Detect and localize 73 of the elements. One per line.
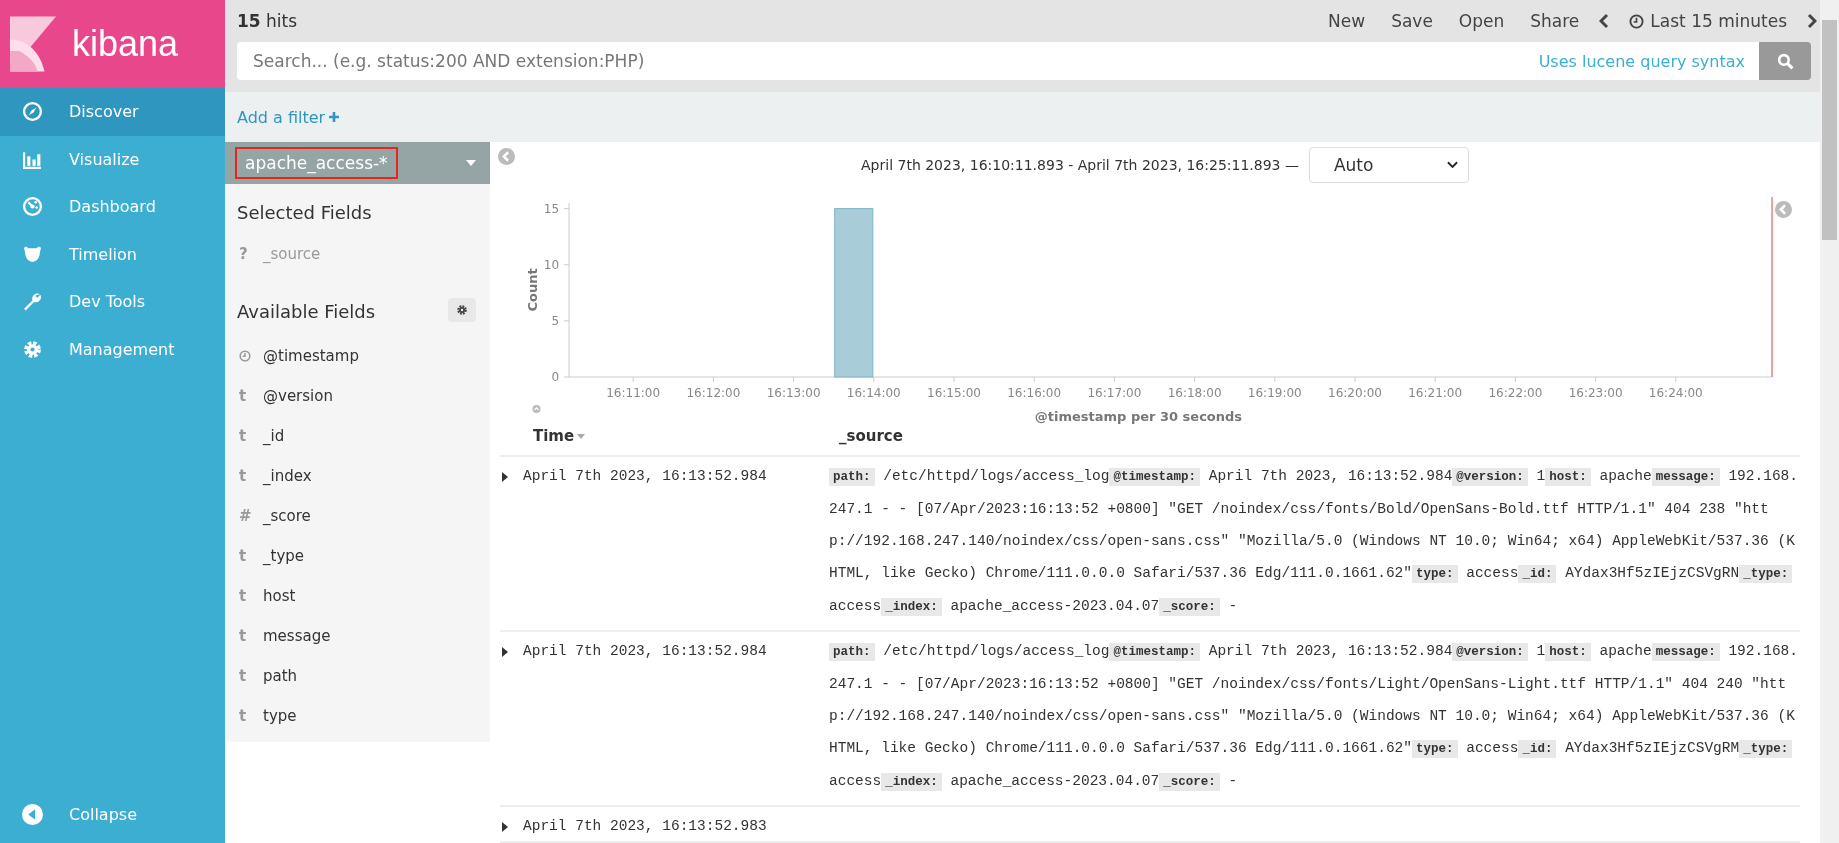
chevron-left-icon[interactable] — [1599, 13, 1610, 29]
search-icon — [1776, 52, 1794, 70]
caret-icon — [466, 160, 476, 166]
settings-button[interactable] — [448, 297, 476, 322]
menu-link[interactable]: Share — [1530, 11, 1580, 31]
hits-count: 15 hits — [237, 11, 298, 31]
x-tick-label: 16:17:00 — [1087, 386, 1142, 400]
y-tick-label: 0 — [551, 370, 560, 384]
field-item[interactable]: t message — [225, 616, 490, 656]
x-tick-label: 16:22:00 — [1488, 386, 1543, 400]
field-item[interactable]: # _score — [225, 496, 490, 536]
time-picker[interactable]: Last 15 minutes — [1629, 11, 1787, 31]
field-item[interactable]: t _id — [225, 416, 490, 456]
menu-link[interactable]: Open — [1458, 11, 1505, 31]
field-item[interactable]: t host — [225, 576, 490, 616]
column-header: _source — [839, 427, 903, 445]
x-tick-label: 16:11:00 — [606, 386, 661, 400]
brand-name: kibana — [72, 23, 179, 65]
collapse-right-icon[interactable] — [1775, 201, 1792, 218]
x-tick-label: 16:21:00 — [1408, 386, 1463, 400]
chevron-down-icon — [1446, 161, 1458, 169]
column-header[interactable]: Time — [533, 427, 575, 445]
document-source: path: /etc/httpd/logs/access_log @timestamp: April 7th 2023, 16:13:52.984 @version: 1 host: apache message: 192.168.247.1 - - [07/Apr/2023:16:13:52 +0800] "GET /noindex/css/fonts/Bold/OpenSans-Bold.ttf HTTP/1.1" 404 238 "http://192.168.247.140/noindex/css/open-sans.css" "Mozilla/5.0 (Windows NT 10.0; Win64; x64) AppleWebKit/537.36 (KHTML, like Gecko) Chrome/111.0.0.0 Safari/537.36 Edg/111.0.1661.62" type: access _id: AYdax3Hf5zIEjzCSVgRN _type: access _index: apache_access-2023.04.07 _score: - — [829, 467, 1800, 618]
search-button[interactable] — [1759, 42, 1811, 80]
collapse-left-icon[interactable] — [498, 148, 515, 165]
y-tick-label: 15 — [543, 201, 560, 216]
table-cell-text: April 7th 2023, 16:13:52.984 — [523, 467, 768, 484]
expand-icon[interactable] — [502, 472, 508, 482]
chevron-right-icon[interactable] — [1807, 13, 1817, 29]
section-title: Available Fields — [236, 300, 377, 324]
x-tick-label: 16:19:00 — [1247, 386, 1302, 400]
collapse-icon — [22, 803, 43, 825]
x-tick-label: 16:18:00 — [1167, 386, 1222, 400]
sort-caret-icon[interactable] — [577, 433, 586, 439]
y-axis-title: Count — [525, 268, 540, 312]
x-tick-label: 16:14:00 — [846, 386, 901, 400]
y-tick-label: 5 — [551, 313, 560, 328]
expand-icon[interactable] — [502, 822, 508, 832]
gear-icon — [22, 338, 43, 360]
table-cell-text: April 7th 2023, 16:13:52.984 — [523, 642, 768, 659]
scrollbar[interactable] — [1820, 0, 1839, 843]
field-item[interactable]: t path — [225, 656, 490, 696]
histogram-bar[interactable] — [834, 208, 874, 378]
clock-icon — [239, 350, 251, 362]
x-tick-label: 16:23:00 — [1568, 386, 1623, 400]
clock-icon — [1629, 13, 1645, 29]
field-item[interactable]: t type — [225, 696, 490, 736]
field-item[interactable]: t @version — [225, 376, 490, 416]
field-item[interactable]: t _index — [225, 456, 490, 496]
x-tick-label: 16:12:00 — [686, 386, 741, 400]
x-tick-label: 16:16:00 — [1007, 386, 1062, 400]
x-tick-label: 16:13:00 — [766, 386, 821, 400]
x-tick-label: 16:15:00 — [927, 386, 981, 400]
x-axis-title: @timestamp per 30 seconds — [1034, 409, 1243, 424]
table-cell-text: April 7th 2023, 16:13:52.983 — [523, 817, 768, 834]
x-tick-label: 16:24:00 — [1648, 386, 1703, 400]
section-title: Selected Fields — [236, 201, 373, 225]
compass-icon — [22, 101, 43, 123]
x-tick-label: 16:20:00 — [1328, 386, 1382, 400]
interval-select[interactable]: Auto — [1308, 147, 1469, 183]
field-item[interactable]: t _type — [225, 536, 490, 576]
expand-icon[interactable] — [502, 647, 508, 657]
menu-link[interactable]: Save — [1391, 11, 1433, 31]
y-tick-label: 10 — [543, 257, 560, 272]
logo-icon — [10, 16, 56, 72]
field-item[interactable]: @timestamp — [225, 336, 490, 376]
time-range: April 7th 2023, 16:10:11.893 - April 7th 2023, 16:25:11.893 — — [861, 157, 1299, 173]
document-source: path: /etc/httpd/logs/access_log @timestamp: April 7th 2023, 16:13:52.984 @version: 1 host: apache message: 192.168.247.1 - - [07/Apr/2023:16:13:52 +0800] "GET /noindex/css/fonts/Light/OpenSans-Light.ttf HTTP/1.1" 404 240 "http://192.168.247.140/noindex/css/open-sans.css" "Mozilla/5.0 (Windows NT 10.0; Win64; x64) AppleWebKit/537.36 (KHTML, like Gecko) Chrome/111.0.0.0 Safari/537.36 Edg/111.0.1661.62" type: access _id: AYdax3Hf5zIEjzCSVgRM _type: access _index: apache_access-2023.04.07 _score: - — [829, 642, 1800, 793]
gauge-icon — [22, 196, 43, 218]
plus-icon[interactable] — [329, 112, 340, 122]
wrench-icon — [22, 291, 43, 313]
settings-icon — [456, 303, 468, 316]
menu-link[interactable]: New — [1328, 11, 1366, 31]
